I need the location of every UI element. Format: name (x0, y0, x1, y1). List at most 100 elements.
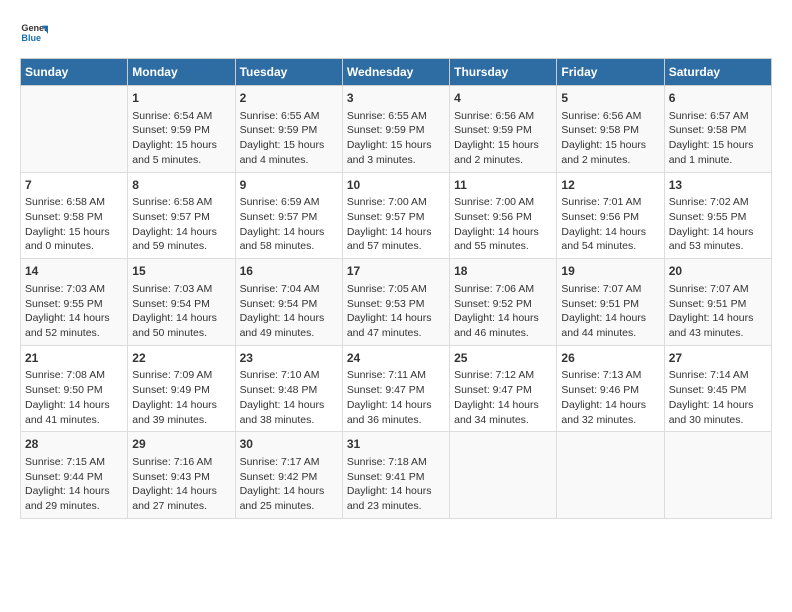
day-number: 4 (454, 90, 552, 107)
calendar-cell: 26Sunrise: 7:13 AM Sunset: 9:46 PM Dayli… (557, 345, 664, 432)
calendar-cell: 3 Sunrise: 6:55 AM Sunset: 9:59 PM Daylig… (342, 86, 449, 173)
day-content: Sunrise: 7:14 AM Sunset: 9:45 PM Dayligh… (669, 368, 767, 427)
calendar-cell: 10Sunrise: 7:00 AM Sunset: 9:57 PM Dayli… (342, 172, 449, 259)
page-header: General Blue (20, 20, 772, 48)
day-number: 30 (240, 436, 338, 453)
day-content: Sunrise: 7:09 AM Sunset: 9:49 PM Dayligh… (132, 368, 230, 427)
day-content: Sunrise: 7:02 AM Sunset: 9:55 PM Dayligh… (669, 195, 767, 254)
day-number: 28 (25, 436, 123, 453)
col-header-wednesday: Wednesday (342, 59, 449, 86)
day-content: Sunrise: 7:01 AM Sunset: 9:56 PM Dayligh… (561, 195, 659, 254)
day-number: 8 (132, 177, 230, 194)
calendar-week-4: 21Sunrise: 7:08 AM Sunset: 9:50 PM Dayli… (21, 345, 772, 432)
svg-text:General: General (21, 23, 48, 33)
day-content: Sunrise: 7:03 AM Sunset: 9:54 PM Dayligh… (132, 282, 230, 341)
day-number: 29 (132, 436, 230, 453)
day-content: Sunrise: 7:06 AM Sunset: 9:52 PM Dayligh… (454, 282, 552, 341)
calendar-week-1: 1Sunrise: 6:54 AM Sunset: 9:59 PM Daylig… (21, 86, 772, 173)
day-number: 15 (132, 263, 230, 280)
col-header-sunday: Sunday (21, 59, 128, 86)
calendar-cell: 5 Sunrise: 6:56 AM Sunset: 9:58 PM Daylig… (557, 86, 664, 173)
day-content: Sunrise: 7:11 AM Sunset: 9:47 PM Dayligh… (347, 368, 445, 427)
calendar-cell: 28 Sunrise: 7:15 AM Sunset: 9:44 PM Dayli… (21, 432, 128, 519)
calendar-cell: 21Sunrise: 7:08 AM Sunset: 9:50 PM Dayli… (21, 345, 128, 432)
day-number: 6 (669, 90, 767, 107)
calendar-cell: 17 Sunrise: 7:05 AM Sunset: 9:53 PM Dayli… (342, 259, 449, 346)
col-header-saturday: Saturday (664, 59, 771, 86)
calendar-header-row: SundayMondayTuesdayWednesdayThursdayFrid… (21, 59, 772, 86)
calendar-cell: 7Sunrise: 6:58 AM Sunset: 9:58 PM Daylig… (21, 172, 128, 259)
day-number: 7 (25, 177, 123, 194)
day-content: Sunrise: 6:58 AM Sunset: 9:57 PM Dayligh… (132, 195, 230, 254)
col-header-monday: Monday (128, 59, 235, 86)
day-number: 31 (347, 436, 445, 453)
day-number: 23 (240, 350, 338, 367)
calendar-cell: 22Sunrise: 7:09 AM Sunset: 9:49 PM Dayli… (128, 345, 235, 432)
calendar-cell: 31 Sunrise: 7:18 AM Sunset: 9:41 PM Dayli… (342, 432, 449, 519)
calendar-cell (664, 432, 771, 519)
day-content: Sunrise: 7:04 AM Sunset: 9:54 PM Dayligh… (240, 282, 338, 341)
col-header-tuesday: Tuesday (235, 59, 342, 86)
day-content: Sunrise: 7:13 AM Sunset: 9:46 PM Dayligh… (561, 368, 659, 427)
day-number: 17 (347, 263, 445, 280)
logo-icon: General Blue (20, 20, 48, 48)
day-content: Sunrise: 7:12 AM Sunset: 9:47 PM Dayligh… (454, 368, 552, 427)
day-content: Sunrise: 7:07 AM Sunset: 9:51 PM Dayligh… (561, 282, 659, 341)
day-number: 12 (561, 177, 659, 194)
day-content: Sunrise: 7:03 AM Sunset: 9:55 PM Dayligh… (25, 282, 123, 341)
calendar-cell: 19 Sunrise: 7:07 AM Sunset: 9:51 PM Dayli… (557, 259, 664, 346)
day-number: 18 (454, 263, 552, 280)
calendar-cell: 6 Sunrise: 6:57 AM Sunset: 9:58 PM Daylig… (664, 86, 771, 173)
calendar-cell: 16 Sunrise: 7:04 AM Sunset: 9:54 PM Dayli… (235, 259, 342, 346)
day-content: Sunrise: 6:56 AM Sunset: 9:59 PM Dayligh… (454, 109, 552, 168)
day-content: Sunrise: 6:54 AM Sunset: 9:59 PM Dayligh… (132, 109, 230, 168)
day-number: 16 (240, 263, 338, 280)
col-header-thursday: Thursday (450, 59, 557, 86)
day-content: Sunrise: 7:17 AM Sunset: 9:42 PM Dayligh… (240, 455, 338, 514)
day-content: Sunrise: 6:56 AM Sunset: 9:58 PM Dayligh… (561, 109, 659, 168)
day-number: 22 (132, 350, 230, 367)
calendar-cell: 9Sunrise: 6:59 AM Sunset: 9:57 PM Daylig… (235, 172, 342, 259)
calendar-table: SundayMondayTuesdayWednesdayThursdayFrid… (20, 58, 772, 519)
day-content: Sunrise: 7:10 AM Sunset: 9:48 PM Dayligh… (240, 368, 338, 427)
calendar-cell: 12Sunrise: 7:01 AM Sunset: 9:56 PM Dayli… (557, 172, 664, 259)
logo: General Blue (20, 20, 52, 48)
day-content: Sunrise: 6:58 AM Sunset: 9:58 PM Dayligh… (25, 195, 123, 254)
day-content: Sunrise: 7:07 AM Sunset: 9:51 PM Dayligh… (669, 282, 767, 341)
day-content: Sunrise: 7:18 AM Sunset: 9:41 PM Dayligh… (347, 455, 445, 514)
day-number: 19 (561, 263, 659, 280)
day-number: 10 (347, 177, 445, 194)
calendar-cell: 4 Sunrise: 6:56 AM Sunset: 9:59 PM Daylig… (450, 86, 557, 173)
calendar-cell: 18 Sunrise: 7:06 AM Sunset: 9:52 PM Dayli… (450, 259, 557, 346)
day-number: 20 (669, 263, 767, 280)
calendar-cell: 15 Sunrise: 7:03 AM Sunset: 9:54 PM Dayli… (128, 259, 235, 346)
col-header-friday: Friday (557, 59, 664, 86)
calendar-cell: 25Sunrise: 7:12 AM Sunset: 9:47 PM Dayli… (450, 345, 557, 432)
calendar-week-2: 7Sunrise: 6:58 AM Sunset: 9:58 PM Daylig… (21, 172, 772, 259)
day-content: Sunrise: 6:57 AM Sunset: 9:58 PM Dayligh… (669, 109, 767, 168)
calendar-cell: 11Sunrise: 7:00 AM Sunset: 9:56 PM Dayli… (450, 172, 557, 259)
calendar-cell (21, 86, 128, 173)
day-number: 9 (240, 177, 338, 194)
day-content: Sunrise: 7:08 AM Sunset: 9:50 PM Dayligh… (25, 368, 123, 427)
calendar-cell: 8Sunrise: 6:58 AM Sunset: 9:57 PM Daylig… (128, 172, 235, 259)
day-content: Sunrise: 7:15 AM Sunset: 9:44 PM Dayligh… (25, 455, 123, 514)
svg-text:Blue: Blue (21, 33, 41, 43)
day-number: 13 (669, 177, 767, 194)
day-number: 3 (347, 90, 445, 107)
calendar-cell: 2Sunrise: 6:55 AM Sunset: 9:59 PM Daylig… (235, 86, 342, 173)
day-number: 26 (561, 350, 659, 367)
calendar-cell: 23Sunrise: 7:10 AM Sunset: 9:48 PM Dayli… (235, 345, 342, 432)
day-number: 2 (240, 90, 338, 107)
calendar-cell: 1Sunrise: 6:54 AM Sunset: 9:59 PM Daylig… (128, 86, 235, 173)
day-number: 14 (25, 263, 123, 280)
calendar-cell: 27Sunrise: 7:14 AM Sunset: 9:45 PM Dayli… (664, 345, 771, 432)
day-number: 11 (454, 177, 552, 194)
day-content: Sunrise: 7:05 AM Sunset: 9:53 PM Dayligh… (347, 282, 445, 341)
calendar-cell: 20 Sunrise: 7:07 AM Sunset: 9:51 PM Dayli… (664, 259, 771, 346)
calendar-cell (450, 432, 557, 519)
day-content: Sunrise: 6:55 AM Sunset: 9:59 PM Dayligh… (347, 109, 445, 168)
calendar-cell: 24Sunrise: 7:11 AM Sunset: 9:47 PM Dayli… (342, 345, 449, 432)
day-number: 5 (561, 90, 659, 107)
day-content: Sunrise: 6:59 AM Sunset: 9:57 PM Dayligh… (240, 195, 338, 254)
